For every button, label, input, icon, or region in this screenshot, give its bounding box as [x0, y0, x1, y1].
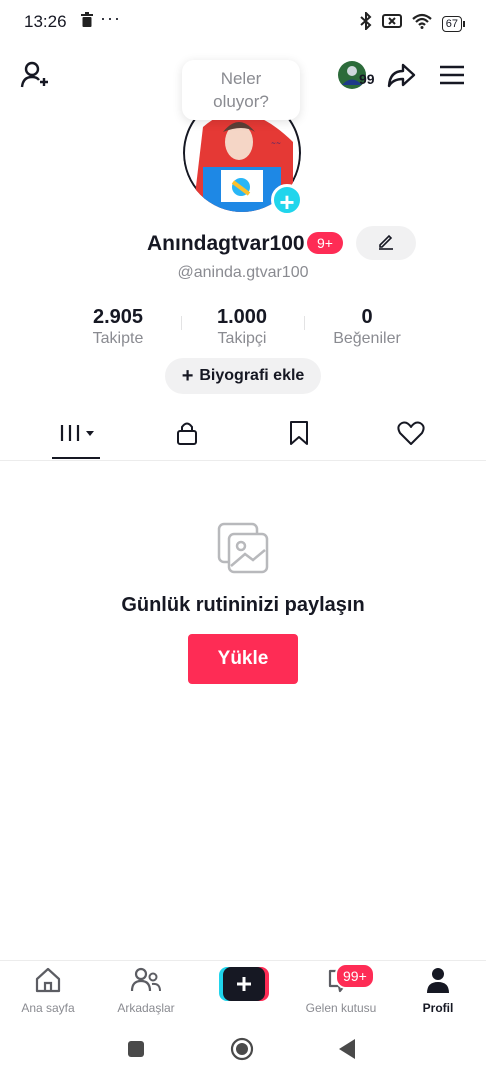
share-icon[interactable] [386, 60, 416, 90]
story-avatar[interactable]: 99 [337, 60, 377, 90]
bluetooth-icon [360, 10, 372, 35]
profile-icon [425, 966, 451, 997]
svg-text:~~: ~~ [271, 140, 281, 147]
status-bubble[interactable]: Neler oluyor? [182, 60, 300, 120]
back-icon[interactable] [337, 1038, 357, 1065]
grid-icon [58, 421, 98, 450]
nav-profile-label: Profil [422, 1001, 454, 1015]
add-bio-label: Biyografi ekle [199, 367, 305, 384]
edit-profile-button[interactable] [356, 226, 416, 260]
user-handle: @aninda.gtvar100 [177, 264, 309, 281]
system-navigation [0, 1024, 486, 1080]
nav-home-label: Ana sayfa [21, 1001, 75, 1015]
nav-friends-label: Arkadaşlar [117, 1001, 175, 1015]
notification-badge[interactable]: 9+ [307, 232, 343, 254]
nav-home[interactable]: Ana sayfa [8, 961, 88, 1025]
active-tab-indicator [52, 457, 100, 459]
stat-following-label: Takipte [92, 330, 144, 347]
wifi-icon [412, 13, 432, 34]
nav-friends[interactable]: Arkadaşlar [106, 961, 186, 1025]
bookmark-icon [288, 420, 310, 451]
stat-likes[interactable]: 0 Beğeniler [307, 306, 427, 348]
inbox-badge: 99+ [335, 963, 375, 989]
stat-likes-value: 0 [361, 306, 373, 328]
stat-following[interactable]: 2.905 Takipte [58, 306, 178, 348]
username: Anındagtvar100 [147, 232, 305, 255]
status-icons: 67 [360, 10, 466, 35]
stat-divider [304, 316, 305, 330]
recents-icon[interactable] [127, 1040, 145, 1063]
stat-followers-value: 1.000 [216, 306, 268, 328]
add-bio-button[interactable]: + Biyografi ekle [165, 358, 321, 394]
add-story-button[interactable]: + [271, 184, 303, 217]
upload-button[interactable]: Yükle [188, 634, 298, 684]
status-time: 13:26 [24, 12, 67, 31]
nav-profile[interactable]: Profil [398, 961, 478, 1025]
stat-likes-label: Beğeniler [333, 330, 401, 347]
home-system-icon[interactable] [230, 1037, 254, 1066]
stat-followers[interactable]: 1.000 Takipçi [182, 306, 302, 348]
tab-liked[interactable] [350, 412, 471, 458]
bubble-line1: Neler [220, 69, 262, 88]
plus-icon: + [181, 365, 194, 387]
heart-icon [396, 420, 425, 451]
empty-state-title: Günlük rutininizi paylaşın [121, 594, 365, 616]
create-button[interactable] [219, 967, 269, 1001]
pencil-icon [377, 232, 395, 255]
lock-icon [175, 420, 199, 451]
tab-videos[interactable] [17, 412, 138, 458]
tab-saved[interactable] [238, 412, 359, 458]
tab-private[interactable] [126, 412, 247, 458]
status-bar: 13:26 ··· 67 [0, 0, 486, 44]
data-off-icon [381, 13, 402, 34]
photos-icon [213, 518, 273, 583]
stat-following-value: 2.905 [92, 306, 144, 328]
trash-icon [80, 12, 94, 33]
menu-icon[interactable] [437, 60, 467, 90]
more-notifications-icon: ··· [100, 8, 121, 28]
battery-indicator: 67 [441, 15, 466, 32]
story-count: 99 [359, 71, 375, 87]
stat-followers-label: Takipçi [217, 330, 267, 347]
profile-tabs [0, 412, 486, 461]
friends-icon [130, 966, 162, 997]
home-icon [34, 966, 62, 997]
bubble-line2: oluyor? [213, 92, 269, 111]
nav-inbox-label: Gelen kutusu [305, 1001, 377, 1015]
add-friend-icon[interactable] [20, 60, 50, 90]
